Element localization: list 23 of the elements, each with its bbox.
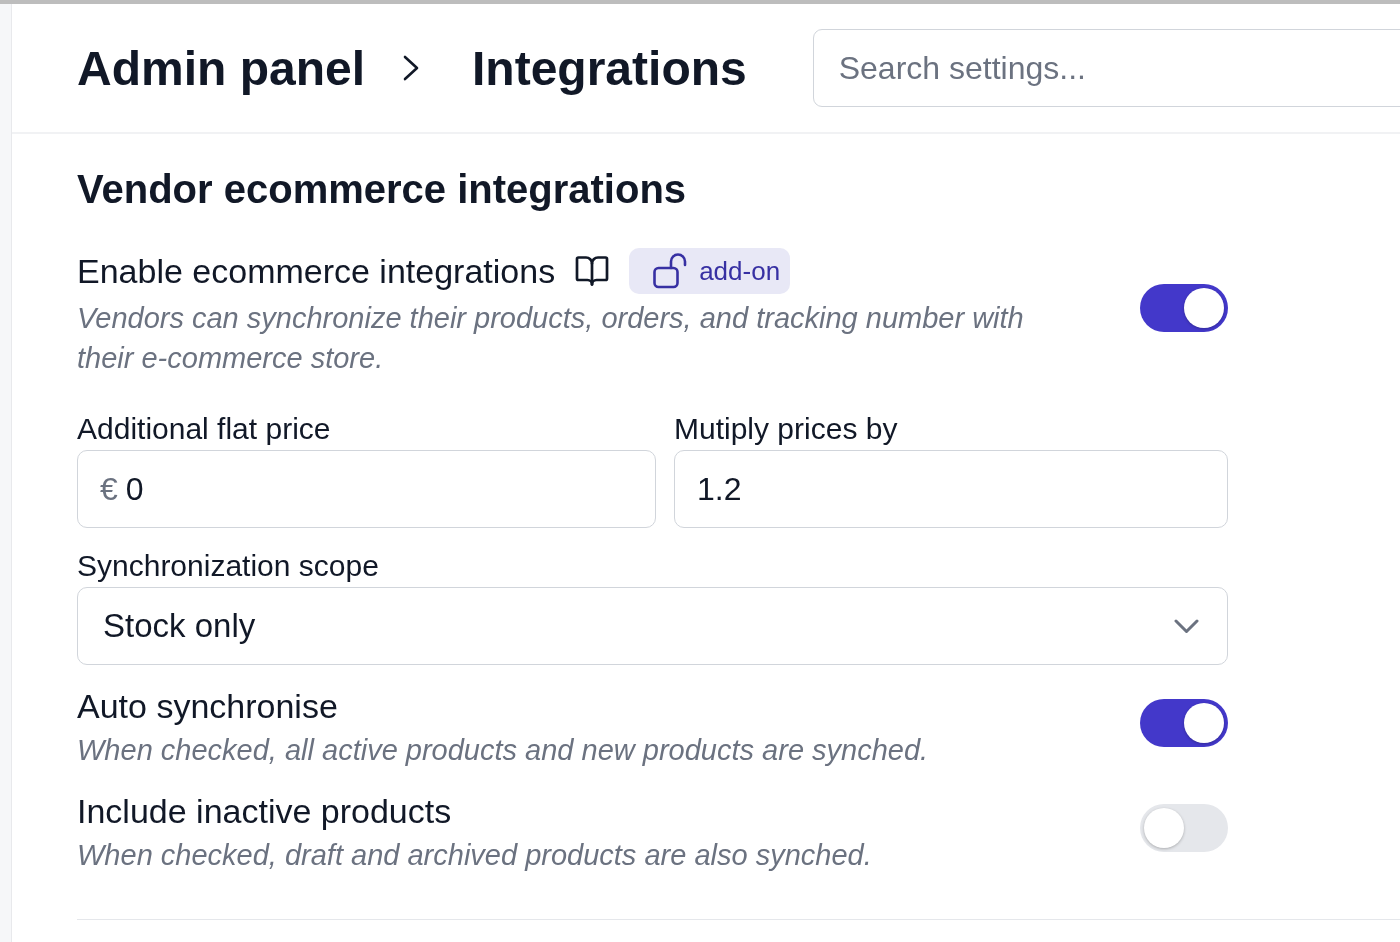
field-label: Synchronization scope	[77, 550, 380, 582]
breadcrumb-link[interactable]: Admin panel	[77, 40, 366, 96]
input-field[interactable]: € 0	[77, 450, 656, 528]
setting-description: When checked, draft and archived products are also synched.	[77, 838, 872, 873]
select-dropdown[interactable]: Stock only	[77, 587, 1228, 665]
badge-label: add-on	[699, 255, 781, 287]
toggle-switch[interactable]	[1140, 284, 1228, 332]
field-label: Mutiply prices by	[674, 413, 899, 445]
chevron-down-icon	[1174, 618, 1199, 634]
setting-label: Auto synchronise	[77, 686, 338, 726]
setting-label: Enable ecommerce integrations	[77, 251, 556, 291]
search-field[interactable]: Search settings...	[812, 29, 1400, 107]
setting-description: When checked, all active products and new products are synched.	[77, 733, 929, 768]
field-label: Additional flat price	[77, 413, 332, 445]
chevron-right-icon	[403, 55, 420, 81]
input-field[interactable]: 1.2	[674, 450, 1228, 528]
toggle-switch[interactable]	[1140, 804, 1228, 852]
setting-label: Include inactive products	[77, 791, 452, 831]
section-title: Vendor ecommerce integrations	[77, 166, 688, 212]
setting-description: Vendors can synchronize their products, orders, and tracking number with their e-commerce store.	[77, 301, 1025, 376]
book-icon[interactable]	[574, 253, 611, 289]
page-title: Integrations	[472, 40, 747, 96]
toggle-switch[interactable]	[1140, 699, 1228, 747]
